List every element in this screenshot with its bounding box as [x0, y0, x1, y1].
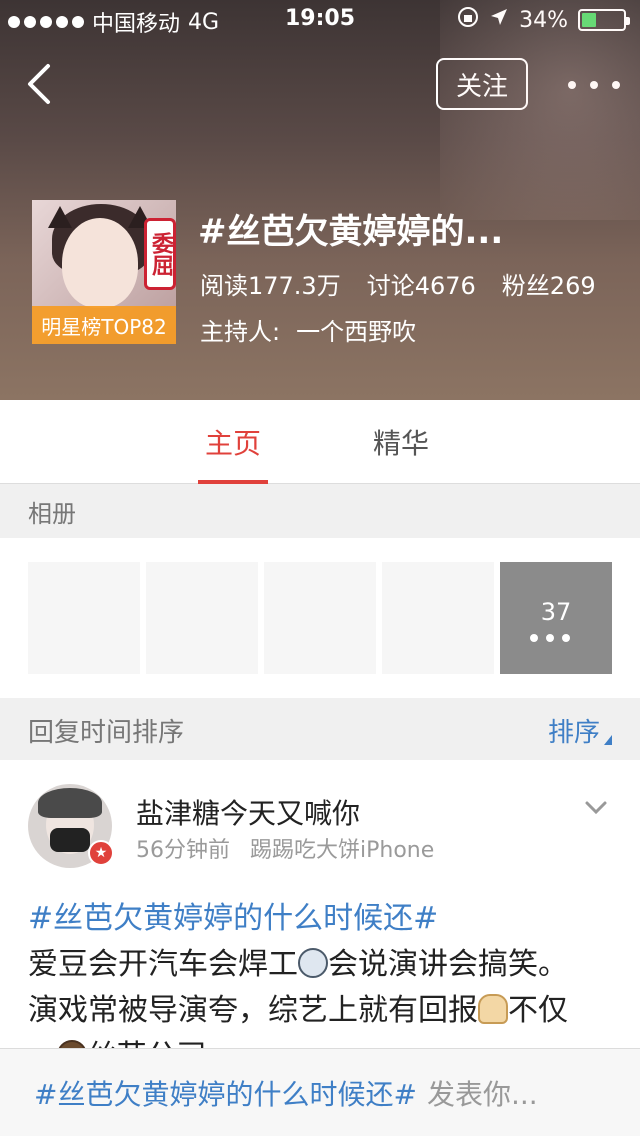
verified-badge-icon: ★ — [88, 840, 114, 866]
album-more-thumbnail[interactable]: 37 — [500, 562, 612, 674]
sort-bar: 回复时间排序 排序 — [0, 698, 640, 760]
topic-title: #丝芭欠黄婷婷的... — [198, 212, 504, 252]
back-button[interactable] — [24, 62, 64, 106]
host-label: 主持人: — [200, 318, 281, 346]
post-text-part: 会说演讲会搞笑。 — [328, 947, 568, 982]
compose-placeholder: 发表你... — [426, 1077, 538, 1111]
post-time: 56分钟前 — [136, 838, 230, 863]
discussion-count: 讨论4676 — [366, 272, 476, 300]
post-hashtag[interactable]: #丝芭欠黄婷婷的什么时候还# — [28, 901, 438, 936]
post-card: ★ 盐津糖今天又喊你 56分钟前 踢踢吃大饼iPhone #丝芭欠黄婷婷的什么时… — [0, 760, 640, 1074]
album-strip[interactable]: 37 — [0, 538, 640, 698]
more-icon[interactable] — [568, 70, 620, 100]
read-count: 阅读177.3万 — [200, 272, 341, 300]
topic-stats: 阅读177.3万 讨论4676 粉丝269 — [200, 266, 596, 301]
status-bar: 中国移动 4G 19:05 34% — [0, 0, 640, 40]
location-icon — [489, 7, 509, 33]
post-text-part: 演戏常被导演夸，综艺上就有回报 — [28, 993, 478, 1028]
battery-icon — [578, 9, 630, 31]
album-thumbnail[interactable] — [264, 562, 376, 674]
status-time: 19:05 — [284, 6, 356, 31]
album-thumbnail[interactable] — [28, 562, 140, 674]
dropdown-icon — [585, 801, 607, 815]
follow-button[interactable]: 关注 — [436, 58, 528, 110]
shocked-emoji-icon — [298, 948, 328, 978]
battery-percent: 34% — [519, 7, 568, 33]
battery-fill — [582, 13, 596, 27]
post-menu-button[interactable] — [584, 800, 608, 816]
status-right: 34% — [457, 6, 630, 34]
rank-badge[interactable]: 明星榜TOP82 — [32, 306, 176, 344]
host-name[interactable]: 一个西野吹 — [296, 312, 416, 347]
fan-count: 粉丝269 — [501, 272, 596, 300]
sort-button-label: 排序 — [548, 718, 601, 748]
victory-hand-emoji-icon — [478, 994, 508, 1024]
back-icon — [28, 64, 50, 104]
album-photo-count: 37 — [540, 598, 572, 626]
album-section-label: 相册 — [0, 484, 640, 538]
compose-hashtag: #丝芭欠黄婷婷的什么时候还# — [34, 1077, 417, 1111]
album-thumbnail[interactable] — [146, 562, 258, 674]
post-text-part: 不仅 — [508, 993, 568, 1028]
sort-order-label: 回复时间排序 — [28, 718, 185, 748]
avatar-sticker: 委屈 — [144, 218, 176, 290]
sort-caret-icon — [604, 735, 613, 745]
tab-home[interactable]: 主页 — [198, 400, 268, 484]
album-pager-dots — [530, 634, 570, 642]
post-username[interactable]: 盐津糖今天又喊你 — [136, 792, 360, 832]
tab-essence[interactable]: 精华 — [368, 400, 434, 484]
topic-host: 主持人: 一个西野吹 — [200, 312, 416, 347]
post-text-part: 爱豆会开汽车会焊工 — [28, 947, 298, 982]
tab-bar: 主页 精华 — [0, 400, 640, 484]
sort-button[interactable]: 排序 — [548, 712, 613, 749]
compose-bar[interactable]: #丝芭欠黄婷婷的什么时候还# 发表你... — [0, 1048, 640, 1136]
album-thumbnail[interactable] — [382, 562, 494, 674]
post-source: 踢踢吃大饼iPhone — [250, 838, 435, 863]
post-meta: 56分钟前 踢踢吃大饼iPhone — [136, 832, 434, 864]
lock-rotation-icon — [457, 6, 479, 34]
topic-header: 中国移动 4G 19:05 34% 关注 委屈 明星榜TOP82 #丝芭欠黄婷婷… — [0, 0, 640, 400]
